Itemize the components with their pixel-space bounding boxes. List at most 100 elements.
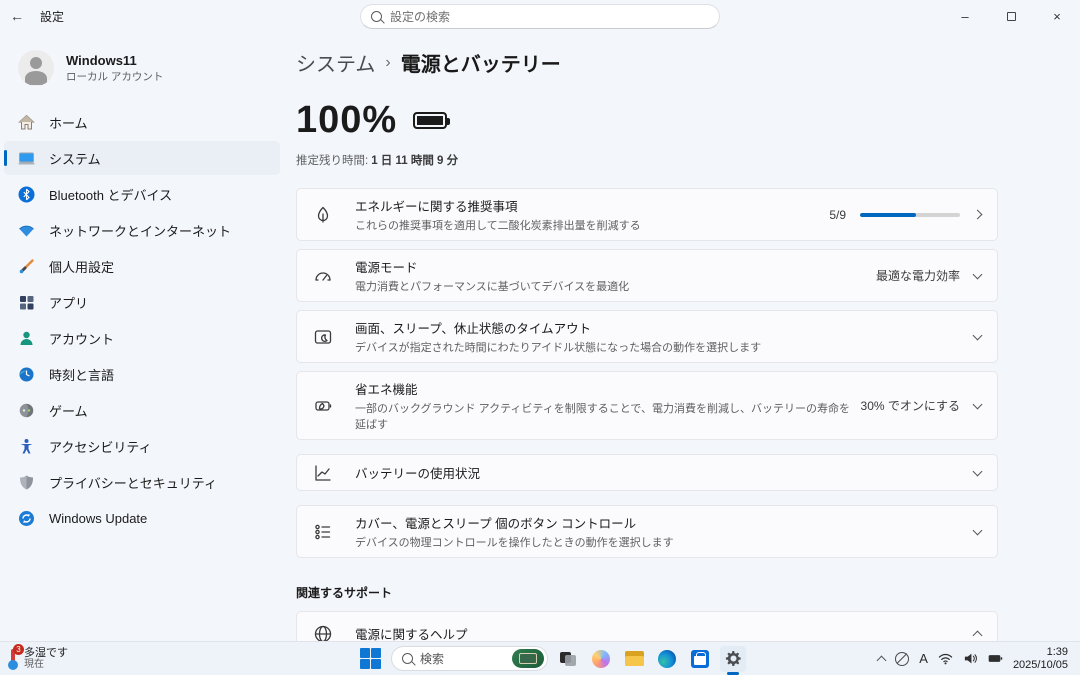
search-icon [371, 11, 382, 22]
card-title: エネルギーに関する推奨事項 [355, 196, 829, 215]
sidebar-item-label: システム [49, 149, 101, 168]
settings-app-button[interactable] [720, 646, 746, 672]
sidebar-item-label: ホーム [49, 113, 88, 132]
sidebar-item-label: アカウント [49, 329, 114, 348]
sidebar-item-personalization[interactable]: 個人用設定 [4, 249, 280, 283]
wifi-tray-icon[interactable] [938, 651, 953, 666]
system-icon [18, 150, 35, 167]
search-icon [402, 653, 413, 664]
taskbar-clock[interactable]: 1:39 2025/10/05 [1013, 646, 1074, 672]
sidebar-item-label: プライバシーとセキュリティ [49, 473, 217, 492]
sidebar-item-windows-update[interactable]: Windows Update [4, 501, 280, 535]
close-button[interactable]: × [1034, 0, 1080, 32]
sidebar-item-label: ネットワークとインターネット [49, 221, 231, 240]
button-controls-icon [313, 522, 333, 542]
sidebar-item-home[interactable]: ホーム [4, 105, 280, 139]
energy-saver-value: 30% でオンにする [861, 397, 960, 414]
screen-sleep-icon [313, 327, 333, 347]
gear-icon [724, 649, 743, 668]
copilot-icon [592, 650, 610, 668]
sidebar: Windows11 ローカル アカウント ホーム システム Bluetooth … [0, 32, 290, 641]
weather-condition: 多湿です [24, 647, 68, 659]
card-energy-saver[interactable]: 省エネ機能 一部のバックグラウンド アクティビティを制限することで、電力消費を削… [296, 371, 998, 440]
taskbar-search[interactable]: 検索 [391, 646, 548, 671]
card-title: バッテリーの使用状況 [355, 463, 974, 482]
file-explorer-button[interactable] [621, 646, 647, 672]
clock-globe-icon [18, 366, 35, 383]
start-button[interactable] [358, 646, 384, 672]
gauge-icon [313, 266, 333, 286]
chevron-down-icon [973, 466, 983, 476]
card-title: 電源モード [355, 257, 876, 276]
related-support-heading: 関連するサポート [296, 584, 1080, 601]
sidebar-item-network-internet[interactable]: ネットワークとインターネット [4, 213, 280, 247]
card-lid-power-buttons[interactable]: カバー、電源とスリープ 個のボタン コントロール デバイスの物理コントロールを操… [296, 505, 998, 558]
card-power-mode[interactable]: 電源モード 電力消費とパフォーマンスに基づいてデバイスを最適化 最適な電力効率 [296, 249, 998, 302]
wifi-icon [18, 222, 35, 239]
account-name: Windows11 [66, 53, 163, 68]
card-screen-sleep-timeouts[interactable]: 画面、スリープ、休止状態のタイムアウト デバイスが指定された時間にわたりアイドル… [296, 310, 998, 363]
store-icon [691, 650, 709, 668]
ime-mode-indicator[interactable]: A [919, 651, 928, 666]
breadcrumb: システム › 電源とバッテリー [296, 48, 1080, 77]
sidebar-item-apps[interactable]: アプリ [4, 285, 280, 319]
system-tray: A 1:39 2025/10/05 [878, 646, 1074, 672]
minimize-button[interactable]: – [942, 0, 988, 32]
sidebar-item-privacy-security[interactable]: プライバシーとセキュリティ [4, 465, 280, 499]
clock-time: 1:39 [1013, 646, 1068, 659]
sidebar-item-label: 個人用設定 [49, 257, 114, 276]
bluetooth-icon [18, 186, 35, 203]
task-view-button[interactable] [555, 646, 581, 672]
card-subtitle: これらの推奨事項を適用して二酸化炭素排出量を削減する [355, 217, 829, 233]
battery-icon [413, 112, 447, 129]
battery-status: 100% [296, 99, 1080, 142]
home-icon [18, 114, 35, 131]
account-header[interactable]: Windows11 ローカル アカウント [4, 40, 280, 104]
weather-widget[interactable]: 3 多湿です 現在 [0, 647, 150, 670]
back-button[interactable]: ← [0, 8, 34, 24]
chevron-up-icon [973, 630, 983, 640]
brush-icon [18, 258, 35, 275]
sidebar-item-bluetooth-devices[interactable]: Bluetooth とデバイス [4, 177, 280, 211]
page-title: 電源とバッテリー [401, 48, 561, 77]
sidebar-item-label: ゲーム [49, 401, 88, 420]
taskbar: 3 多湿です 現在 検索 A 1:39 2025/10/05 [0, 641, 1080, 675]
sidebar-item-accounts[interactable]: アカウント [4, 321, 280, 355]
card-title: 画面、スリープ、休止状態のタイムアウト [355, 318, 974, 337]
weather-icon: 3 [8, 648, 18, 670]
titlebar: ← 設定 – × [0, 0, 1080, 32]
taskbar-search-placeholder: 検索 [420, 650, 505, 667]
estimate-label: 推定残り時間: [296, 155, 368, 167]
card-subtitle: 電力消費とパフォーマンスに基づいてデバイスを最適化 [355, 278, 876, 294]
sidebar-item-gaming[interactable]: ゲーム [4, 393, 280, 427]
breadcrumb-parent[interactable]: システム [296, 48, 375, 77]
restore-button[interactable] [988, 0, 1034, 32]
recommendations-count: 5/9 [829, 208, 846, 222]
sidebar-nav: ホーム システム Bluetooth とデバイス ネットワークとインターネット … [4, 104, 280, 536]
app-title: 設定 [40, 8, 64, 25]
sidebar-item-accessibility[interactable]: アクセシビリティ [4, 429, 280, 463]
search-highlight-image [512, 649, 544, 668]
edge-button[interactable] [654, 646, 680, 672]
copilot-button[interactable] [588, 646, 614, 672]
sidebar-item-time-language[interactable]: 時刻と言語 [4, 357, 280, 391]
sidebar-item-label: Bluetooth とデバイス [49, 185, 172, 204]
settings-search-input[interactable] [390, 10, 709, 24]
settings-search-box[interactable] [360, 4, 720, 29]
hidden-icons-chevron[interactable] [877, 656, 887, 666]
chevron-right-icon [973, 210, 983, 220]
card-battery-usage[interactable]: バッテリーの使用状況 [296, 454, 998, 491]
person-icon [18, 330, 35, 347]
sidebar-item-system[interactable]: システム [4, 141, 280, 175]
update-icon [18, 510, 35, 527]
folder-icon [625, 651, 644, 666]
weather-time: 現在 [24, 659, 68, 670]
chart-icon [313, 463, 333, 483]
onedrive-paused-icon[interactable] [895, 652, 909, 666]
store-button[interactable] [687, 646, 713, 672]
windows-logo-icon [360, 648, 382, 670]
battery-estimate: 推定残り時間:1 日 11 時間 9 分 [296, 152, 1080, 168]
volume-icon[interactable] [963, 651, 978, 666]
card-energy-recommendations[interactable]: エネルギーに関する推奨事項 これらの推奨事項を適用して二酸化炭素排出量を削減する… [296, 188, 998, 241]
battery-tray-icon[interactable] [988, 651, 1003, 666]
